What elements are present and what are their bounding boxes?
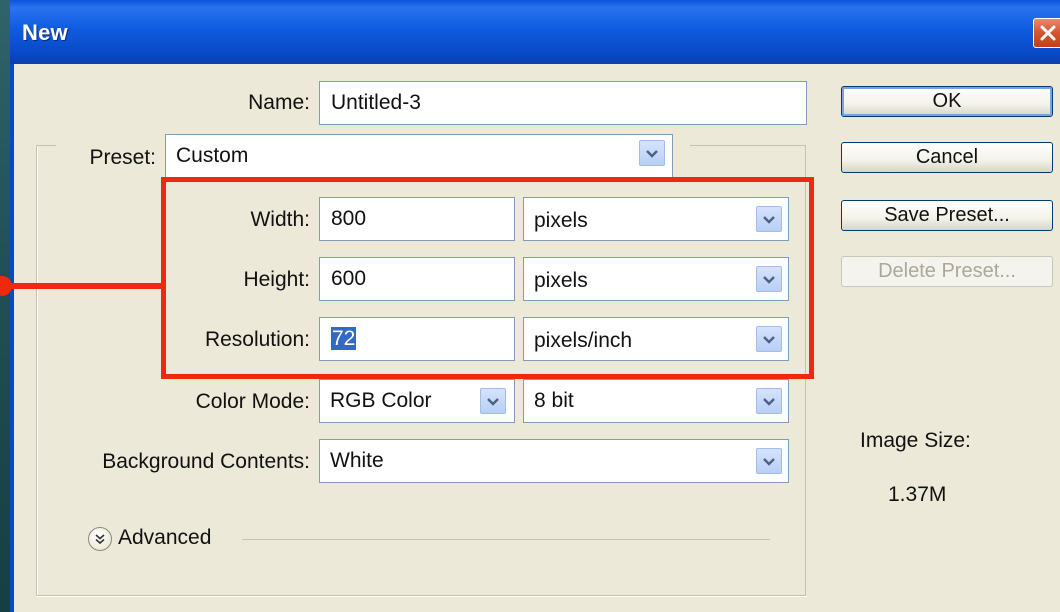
color-mode-select[interactable]: RGB Color [319,379,515,423]
group-box-top-left [36,145,56,146]
chevron-down-icon [763,398,775,406]
chevron-down-icon [646,150,658,158]
preset-value: Custom [176,144,249,167]
background-contents-label: Background Contents: [102,450,310,473]
bit-depth-dropdown-button[interactable] [756,388,782,414]
advanced-toggle-button[interactable] [88,527,112,551]
chevron-down-icon [487,398,499,406]
highlight-box [161,177,814,379]
bit-depth-value: 8 bit [534,389,574,412]
color-mode-label: Color Mode: [195,390,310,413]
close-button[interactable] [1033,18,1060,48]
chevron-down-icon [763,458,775,466]
color-mode-dropdown-button[interactable] [480,388,506,414]
save-preset-button[interactable]: Save Preset... [841,200,1053,231]
image-size-label: Image Size: [860,429,971,452]
window-frame-left [10,64,14,612]
delete-preset-button: Delete Preset... [841,256,1053,287]
bit-depth-select[interactable]: 8 bit [523,379,789,423]
preset-select[interactable]: Custom [165,134,673,178]
callout-line [0,283,163,289]
background-contents-dropdown-button[interactable] [756,448,782,474]
window-title: New [22,20,68,45]
ok-button[interactable]: OK [841,86,1053,117]
color-mode-value: RGB Color [330,389,432,412]
preset-label: Preset: [66,145,160,171]
cancel-button[interactable]: Cancel [841,142,1053,173]
preset-dropdown-button[interactable] [639,140,665,166]
image-size-value: 1.37M [888,483,947,506]
background-contents-select[interactable]: White [319,439,789,483]
advanced-label[interactable]: Advanced [118,525,238,551]
name-label: Name: [248,91,310,114]
advanced-expand-icon [95,534,105,545]
title-bar[interactable]: New [10,0,1060,64]
close-icon [1040,25,1056,41]
group-box-top-right [690,145,806,146]
name-field[interactable]: Untitled-3 [319,81,807,125]
background-contents-value: White [330,449,384,472]
advanced-divider [242,539,770,540]
